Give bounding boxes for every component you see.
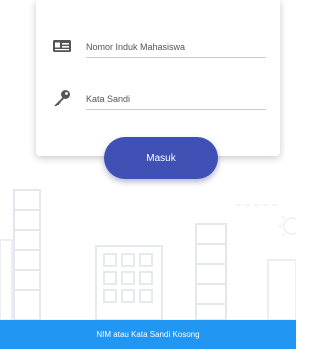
id-card-icon	[53, 40, 71, 52]
building-middle	[95, 245, 163, 321]
sun-icon	[278, 215, 296, 237]
building-right	[195, 223, 227, 321]
login-button[interactable]: Masuk	[104, 137, 218, 179]
building-far-right	[267, 259, 296, 321]
login-card	[36, 0, 280, 156]
password-field-row	[52, 86, 266, 112]
nim-field-row	[52, 34, 266, 60]
error-snackbar: NIM atau Kata Sandi Kosong	[0, 320, 296, 349]
snackbar-message: NIM atau Kata Sandi Kosong	[96, 330, 200, 339]
building-left	[13, 189, 41, 321]
building-small-left	[0, 239, 13, 321]
password-input[interactable]	[86, 88, 266, 110]
key-icon	[54, 90, 70, 106]
nim-input[interactable]	[86, 36, 266, 58]
